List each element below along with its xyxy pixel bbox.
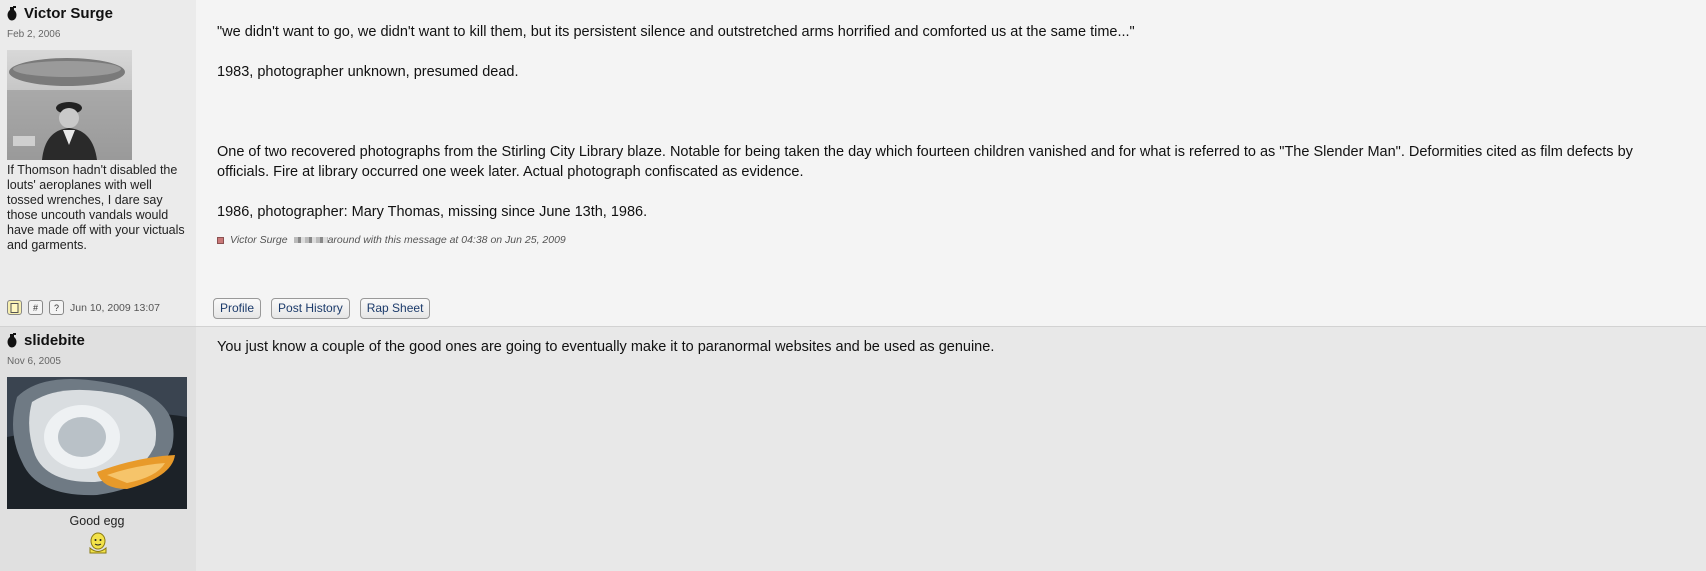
post-body: You just know a couple of the good ones … — [196, 327, 1706, 571]
post: slidebite Nov 6, 2005 Good egg You just … — [0, 327, 1706, 571]
post-paragraph: "we didn't want to go, we didn't want to… — [217, 24, 1135, 40]
rap-sheet-button[interactable]: Rap Sheet — [359, 298, 431, 319]
avatar — [7, 377, 187, 509]
post-link-button[interactable]: # — [28, 300, 43, 315]
registration-date: Nov 6, 2005 — [7, 356, 61, 367]
post: Victor Surge Feb 2, 2006 If Thomson hadn… — [0, 0, 1706, 327]
edit-note-user: Victor Surge — [230, 234, 288, 246]
edit-note: Victor Surge around with this message at… — [217, 230, 1686, 250]
post-body: "we didn't want to go, we didn't want to… — [196, 0, 1706, 327]
post-footer-left: # ? Jun 10, 2009 13:07 — [7, 300, 160, 315]
post-history-button[interactable]: Post History — [271, 298, 350, 319]
post-paragraph: 1986, photographer: Mary Thomas, missing… — [217, 204, 648, 220]
edit-square-icon — [217, 236, 224, 244]
post-paragraph: You just know a couple of the good ones … — [217, 339, 995, 355]
user-info-panel: slidebite Nov 6, 2005 Good egg — [0, 327, 196, 571]
edit-note-text: around with this message at 04:38 on Jun… — [327, 234, 566, 246]
username[interactable]: Victor Surge — [24, 5, 113, 22]
good-egg-icon — [89, 532, 107, 554]
grenade-icon — [7, 5, 17, 20]
user-title: Good egg — [69, 514, 125, 528]
user-title: If Thomson hadn't disabled the louts' ae… — [7, 163, 185, 252]
username[interactable]: slidebite — [24, 332, 85, 349]
avatar — [7, 50, 132, 160]
profile-links: Profile Post History Rap Sheet — [213, 298, 431, 319]
grenade-icon — [7, 332, 17, 347]
profile-button[interactable]: Profile — [213, 298, 262, 319]
user-info-panel: Victor Surge Feb 2, 2006 If Thomson hadn… — [0, 0, 196, 327]
censored-word — [293, 237, 328, 243]
post-paragraph: One of two recovered photographs from th… — [217, 144, 1633, 180]
quote-info-button[interactable]: ? — [49, 300, 64, 315]
post-date: Jun 10, 2009 13:07 — [70, 301, 160, 314]
post-paragraph: 1983, photographer unknown, presumed dea… — [217, 64, 519, 80]
document-icon[interactable] — [7, 300, 22, 315]
registration-date: Feb 2, 2006 — [7, 29, 61, 40]
